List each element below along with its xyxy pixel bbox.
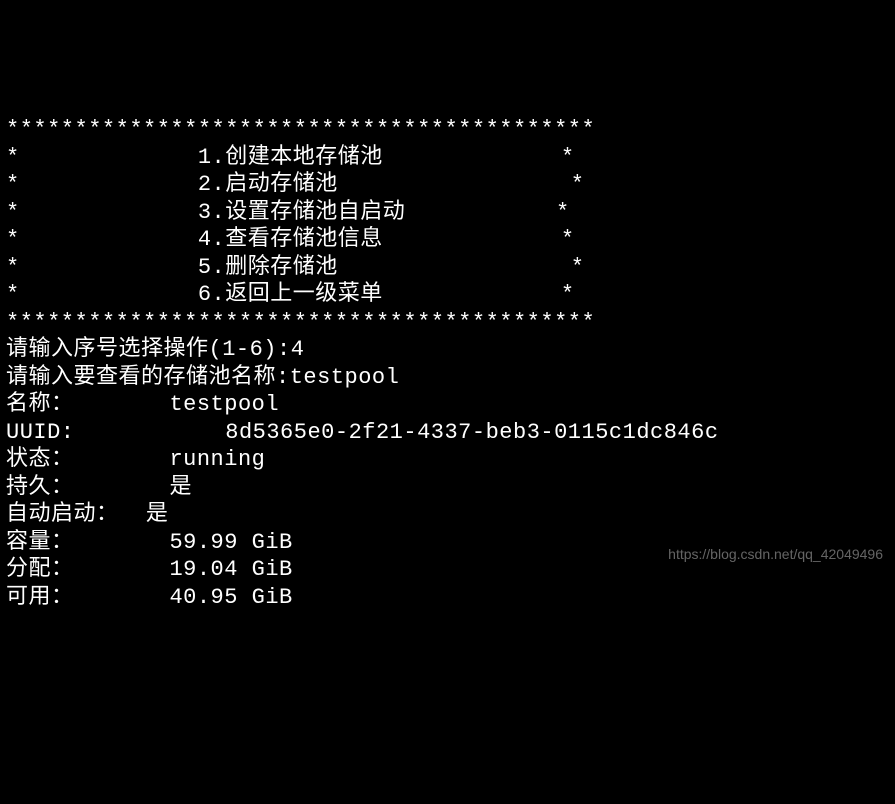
pool-autostart-value: 是 — [146, 502, 169, 527]
pool-available-label: 可用： — [6, 585, 74, 610]
pool-capacity-value: 59.99 GiB — [169, 530, 292, 555]
menu-item-right: * — [571, 255, 585, 280]
pool-allocation-label: 分配： — [6, 557, 74, 582]
pool-allocation-value: 19.04 GiB — [169, 557, 292, 582]
menu-item-left: * — [6, 145, 20, 170]
pool-state-value: running — [169, 447, 265, 472]
menu-item-1-label[interactable]: 创建本地存储池 — [225, 145, 383, 170]
select-input[interactable]: 4 — [291, 337, 305, 362]
terminal-output: ****************************************… — [6, 116, 889, 611]
menu-item-6-label[interactable]: 返回上一级菜单 — [225, 282, 383, 307]
menu-item-right: * — [561, 145, 575, 170]
menu-item-left: * — [6, 282, 20, 307]
pool-prompt: 请输入要查看的存储池名称: — [6, 365, 290, 390]
menu-item-right: * — [561, 282, 575, 307]
pool-persistent-label: 持久： — [6, 475, 74, 500]
pool-uuid-label: UUID: — [6, 420, 75, 445]
menu-item-4-num: 4 — [198, 227, 212, 252]
pool-input[interactable]: testpool — [290, 365, 400, 390]
menu-item-5-label[interactable]: 删除存储池 — [225, 255, 338, 280]
menu-item-2-label[interactable]: 启动存储池 — [225, 172, 338, 197]
menu-item-4-label[interactable]: 查看存储池信息 — [225, 227, 383, 252]
menu-item-2-num: 2 — [198, 172, 212, 197]
menu-item-3-label[interactable]: 设置存储池自启动 — [225, 200, 405, 225]
pool-available-value: 40.95 GiB — [169, 585, 292, 610]
watermark-text: https://blog.csdn.net/qq_42049496 — [668, 546, 883, 564]
pool-uuid-value: 8d5365e0-2f21-4337-beb3-0115c1dc846c — [225, 420, 718, 445]
pool-autostart-label: 自动启动： — [6, 502, 119, 527]
pool-name-label: 名称： — [6, 392, 74, 417]
select-prompt: 请输入序号选择操作(1-6): — [6, 337, 291, 362]
pool-capacity-label: 容量： — [6, 530, 74, 555]
menu-item-left: * — [6, 255, 20, 280]
menu-item-6-num: 6 — [198, 282, 212, 307]
menu-item-left: * — [6, 200, 20, 225]
pool-persistent-value: 是 — [169, 475, 192, 500]
menu-item-left: * — [6, 227, 20, 252]
pool-name-value: testpool — [169, 392, 279, 417]
menu-item-right: * — [571, 172, 585, 197]
menu-item-right: * — [561, 227, 575, 252]
menu-item-1-num: 1 — [198, 145, 212, 170]
menu-item-left: * — [6, 172, 20, 197]
menu-item-right: * — [556, 200, 570, 225]
pool-state-label: 状态： — [6, 447, 74, 472]
menu-item-3-num: 3 — [198, 200, 212, 225]
menu-border-bottom: ****************************************… — [6, 310, 595, 335]
menu-item-5-num: 5 — [198, 255, 212, 280]
menu-border-top: ****************************************… — [6, 117, 595, 142]
